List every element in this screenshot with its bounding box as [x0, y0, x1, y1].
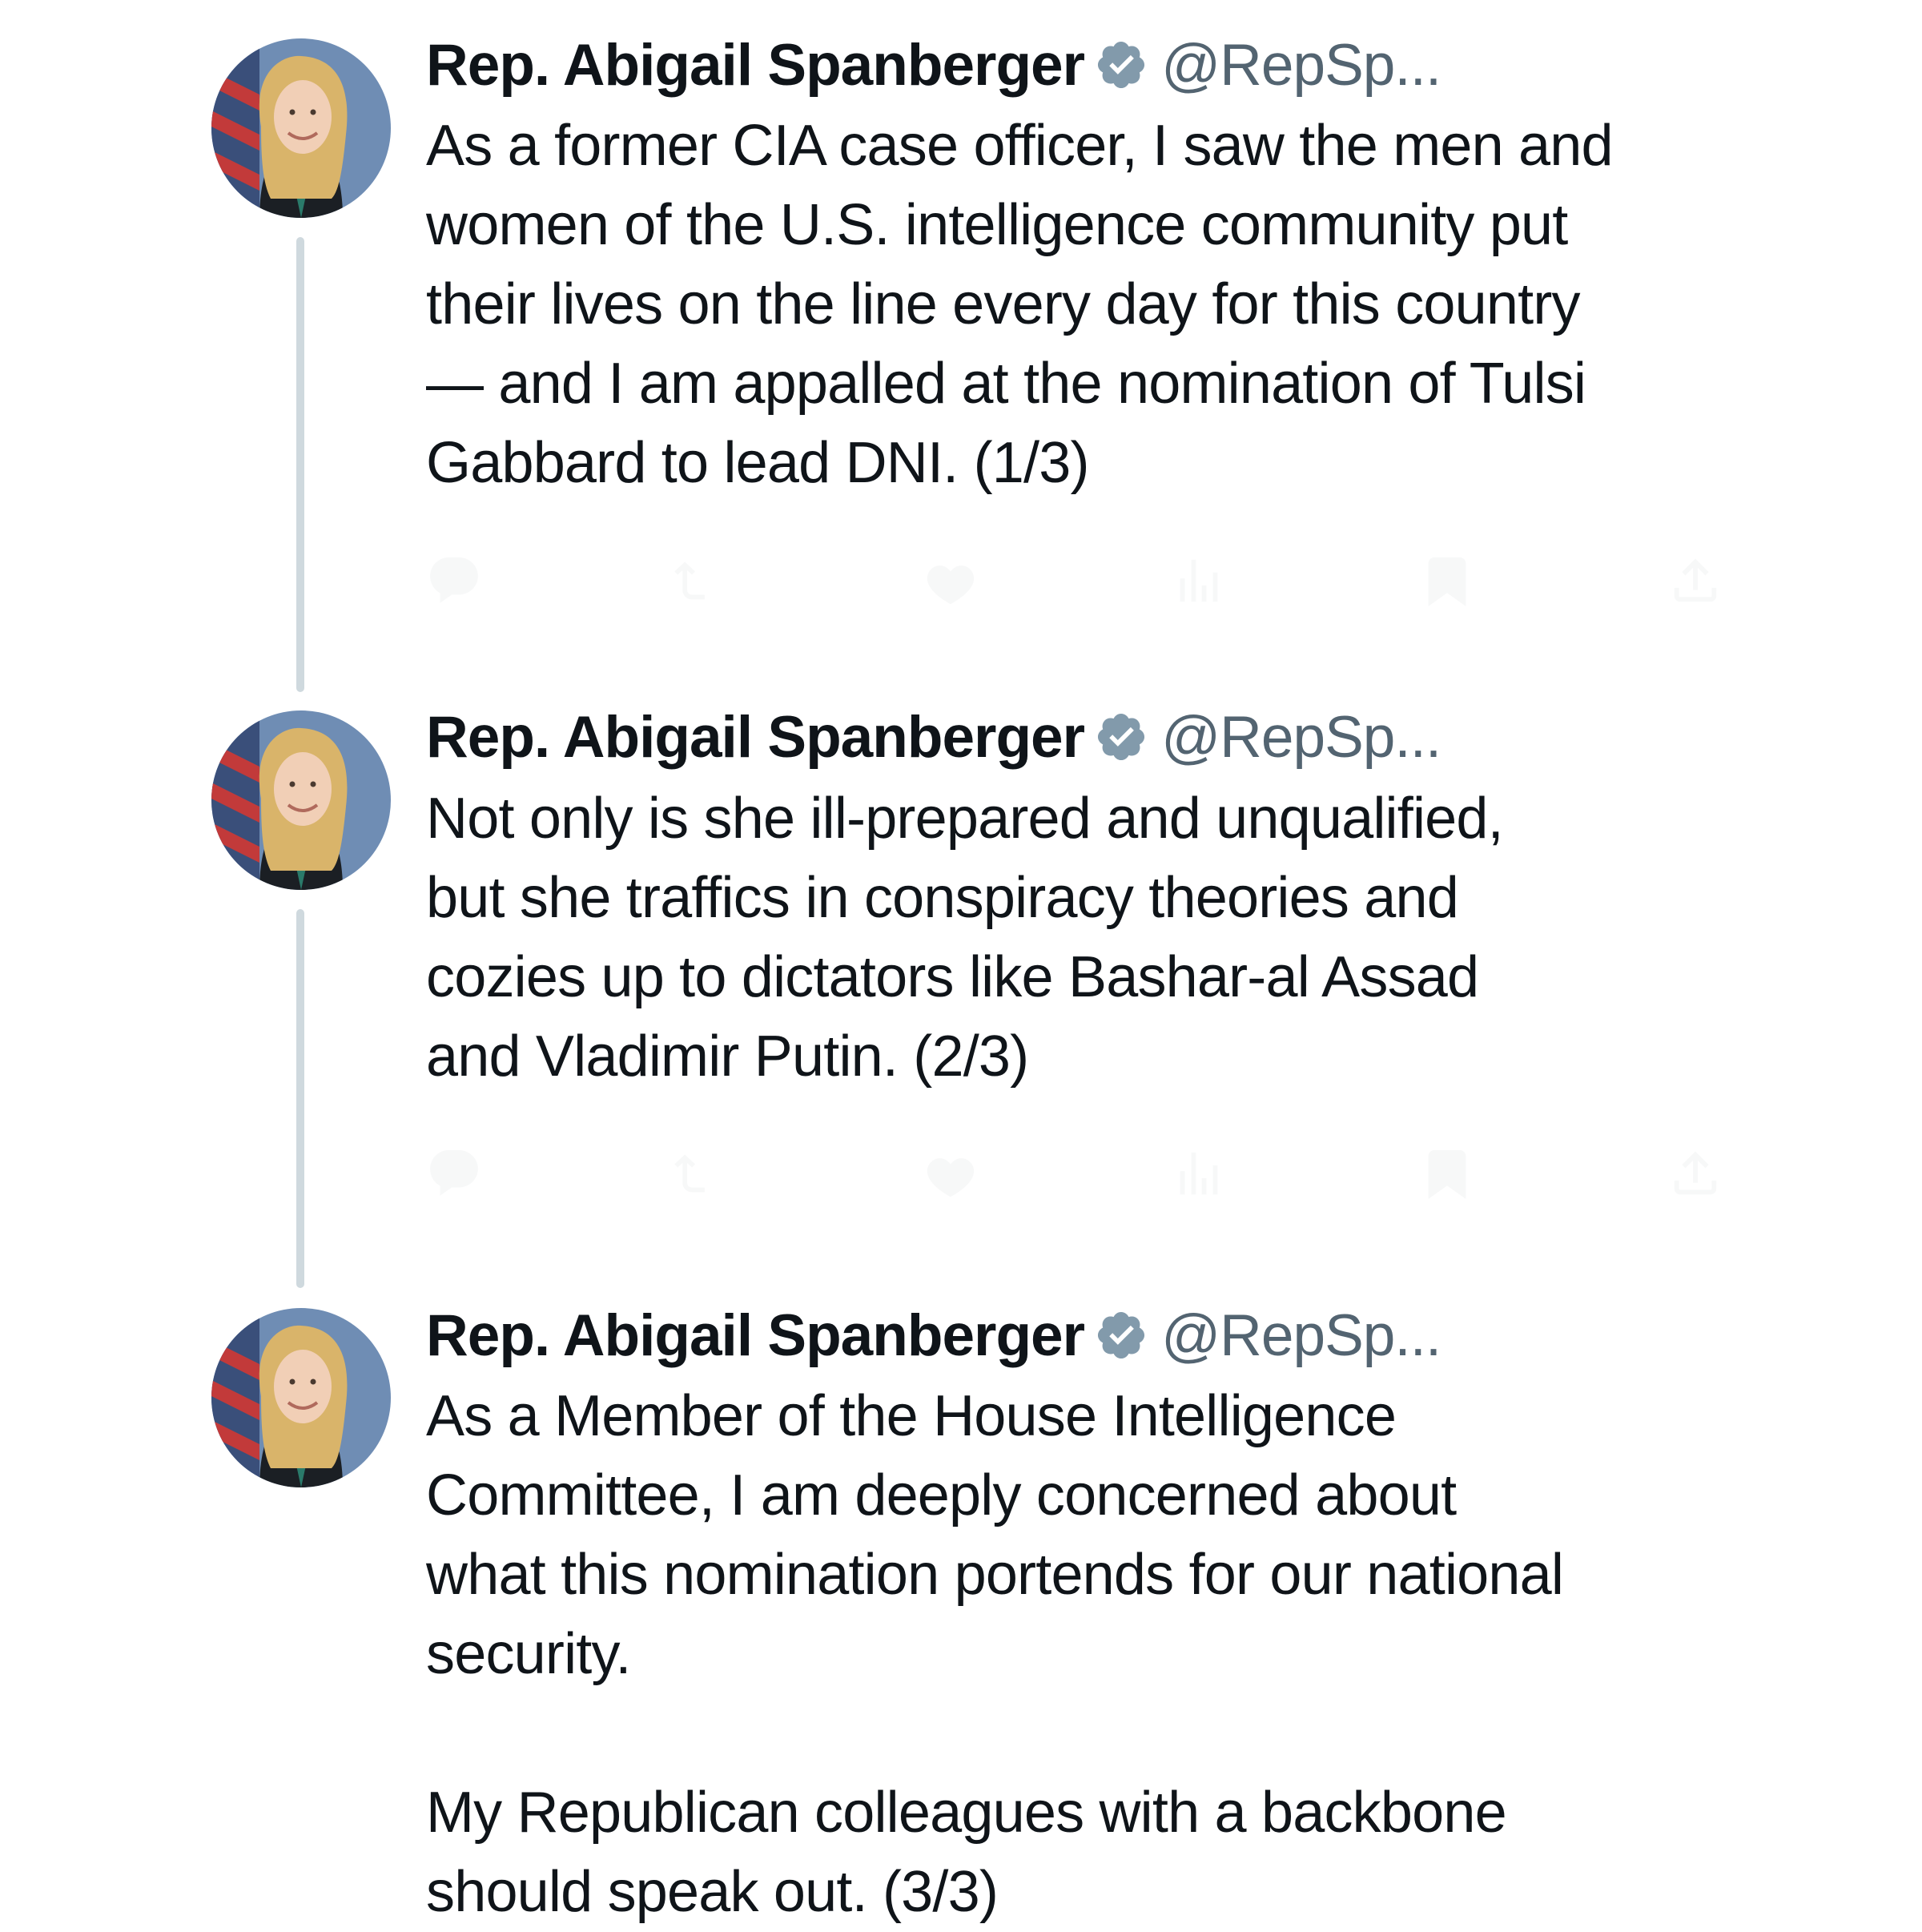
tweet-text: Not only is she ill-prepared and unquali…	[426, 787, 1504, 1089]
share-icon[interactable]	[1667, 553, 1723, 609]
author-name[interactable]: Rep. Abigail Spanberger	[426, 32, 1085, 99]
bookmark-icon[interactable]	[1419, 553, 1475, 609]
author-name[interactable]: Rep. Abigail Spanberger	[426, 704, 1085, 771]
tweet-actions	[426, 545, 1723, 617]
author-name[interactable]: Rep. Abigail Spanberger	[426, 1302, 1085, 1369]
verified-badge-icon	[1094, 1308, 1148, 1362]
like-icon[interactable]	[923, 553, 979, 609]
tweet-header: Rep. Abigail Spanberger @RepSp...	[426, 29, 1442, 101]
bookmark-icon[interactable]	[1419, 1145, 1475, 1201]
thread-connector-line	[296, 237, 304, 692]
avatar[interactable]	[211, 1308, 391, 1487]
avatar-image	[211, 38, 391, 218]
like-icon[interactable]	[923, 1145, 979, 1201]
tweet-text: As a former CIA case officer, I saw the …	[426, 114, 1614, 495]
avatar[interactable]	[211, 710, 391, 890]
author-handle[interactable]: @RepSp...	[1161, 1302, 1442, 1369]
verified-badge-icon	[1094, 38, 1148, 92]
avatar[interactable]	[211, 38, 391, 218]
views-icon[interactable]	[1171, 1145, 1227, 1201]
retweet-icon[interactable]	[674, 1145, 730, 1201]
views-icon[interactable]	[1171, 553, 1227, 609]
retweet-icon[interactable]	[674, 553, 730, 609]
verified-badge-icon	[1094, 710, 1148, 764]
reply-icon[interactable]	[426, 553, 482, 609]
tweet-header: Rep. Abigail Spanberger @RepSp...	[426, 1299, 1442, 1371]
author-handle[interactable]: @RepSp...	[1161, 704, 1442, 771]
thread-connector-line	[296, 909, 304, 1288]
avatar-image	[211, 710, 391, 890]
author-handle[interactable]: @RepSp...	[1161, 32, 1442, 99]
tweet-actions	[426, 1137, 1723, 1210]
tweet-thread: Rep. Abigail Spanberger @RepSp... As a f…	[0, 0, 1922, 1924]
avatar-image	[211, 1308, 391, 1487]
tweet-text: As a Member of the House Intelligence Co…	[426, 1384, 1564, 1924]
share-icon[interactable]	[1667, 1145, 1723, 1201]
tweet-header: Rep. Abigail Spanberger @RepSp...	[426, 701, 1442, 773]
reply-icon[interactable]	[426, 1145, 482, 1201]
